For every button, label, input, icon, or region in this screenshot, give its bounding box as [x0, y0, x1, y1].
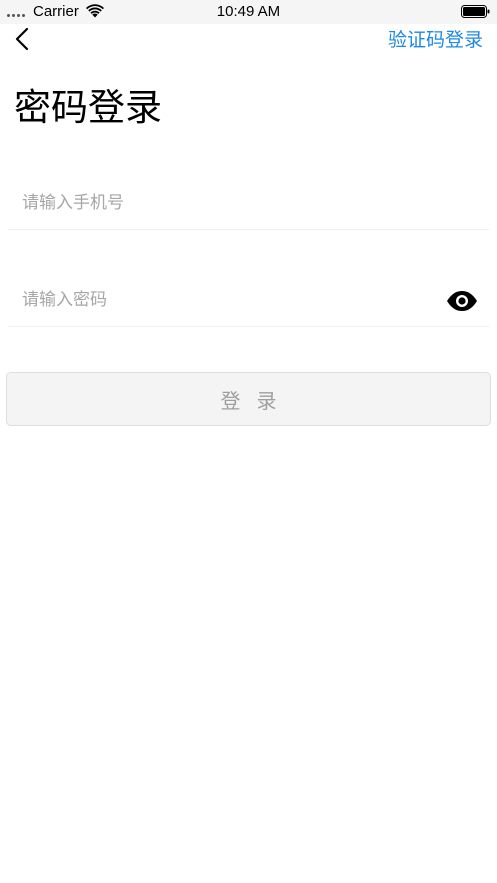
- login-button[interactable]: 登录: [6, 372, 491, 426]
- status-bar: Carrier 10:49 AM: [0, 0, 497, 24]
- phone-field: [8, 179, 489, 230]
- clock: 10:49 AM: [216, 3, 281, 20]
- phone-input[interactable]: [22, 179, 432, 227]
- eye-icon: [447, 291, 477, 311]
- battery-icon: [461, 5, 490, 18]
- sms-login-link[interactable]: 验证码登录: [388, 28, 483, 52]
- password-visibility-toggle[interactable]: [446, 290, 478, 312]
- back-button[interactable]: [10, 26, 38, 54]
- password-field: [8, 276, 489, 327]
- page-title: 密码登录: [14, 86, 162, 129]
- password-input[interactable]: [22, 276, 432, 324]
- chevron-left-icon: [15, 27, 29, 51]
